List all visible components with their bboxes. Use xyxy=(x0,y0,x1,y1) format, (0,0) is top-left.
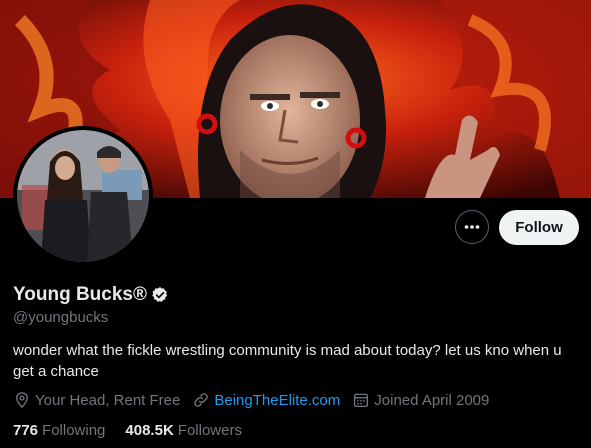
following-count: 776 xyxy=(13,422,39,439)
following-stat[interactable]: 776 Following xyxy=(13,422,105,439)
location-text: Your Head, Rent Free xyxy=(35,391,181,409)
follow-button[interactable]: Follow xyxy=(499,210,579,245)
profile-stats: 776 Following 408.5K Followers xyxy=(13,422,262,439)
followers-count: 408.5K xyxy=(125,422,174,439)
profile-avatar[interactable] xyxy=(13,126,153,266)
name-row: Young Bucks® xyxy=(13,284,169,306)
more-options-button[interactable] xyxy=(455,210,489,244)
location-pin-icon xyxy=(16,392,28,409)
location-item: Your Head, Rent Free xyxy=(13,391,180,409)
followers-stat[interactable]: 408.5K Followers xyxy=(125,422,242,439)
followers-label: Followers xyxy=(177,422,242,439)
following-label: Following xyxy=(42,422,106,439)
website-item[interactable]: BeingTheElite.com xyxy=(192,391,340,409)
verified-badge-icon[interactable] xyxy=(151,286,169,304)
avatar-image xyxy=(17,130,149,262)
more-horizontal-icon xyxy=(464,225,480,229)
joined-item: Joined April 2009 xyxy=(352,391,489,409)
calendar-icon xyxy=(354,393,369,408)
website-link[interactable]: BeingTheElite.com xyxy=(214,392,340,409)
link-icon xyxy=(194,393,209,407)
profile-bio: wonder what the fickle wrestling communi… xyxy=(13,342,562,380)
display-name: Young Bucks® xyxy=(13,284,147,305)
joined-text: Joined April 2009 xyxy=(374,391,490,409)
profile-handle: @youngbucks xyxy=(13,309,109,326)
profile-meta: Your Head, Rent Free BeingTheElite.com J… xyxy=(13,391,501,409)
